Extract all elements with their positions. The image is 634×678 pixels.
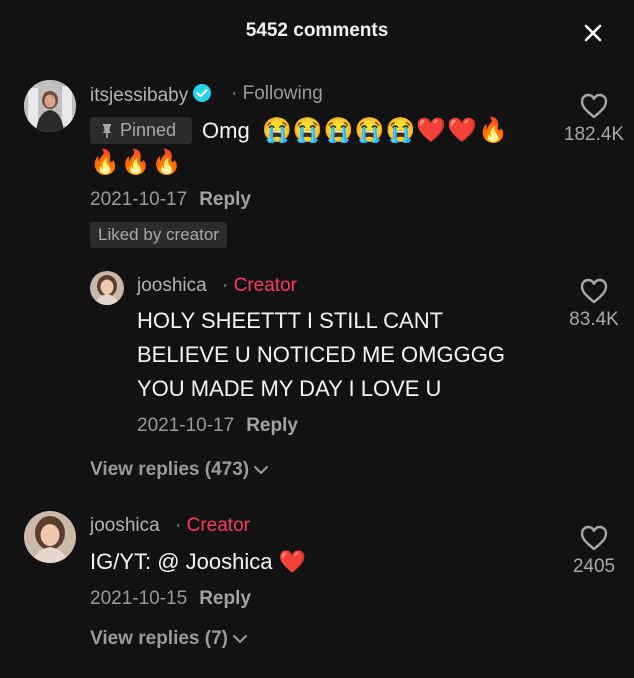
reply-text-line: BELIEVE U NOTICED ME OMGGGG: [137, 342, 505, 367]
view-replies-button[interactable]: View replies (7): [90, 628, 248, 650]
chevron-down-icon: [254, 466, 269, 474]
separator: ·: [175, 515, 182, 536]
comments-count-title: 5452 comments: [245, 20, 389, 41]
avatar[interactable]: [24, 511, 76, 563]
like-button[interactable]: 2405: [549, 524, 634, 578]
heart-emoji: ❤️: [278, 549, 307, 574]
close-icon: [584, 24, 602, 42]
reply-button[interactable]: Reply: [199, 189, 251, 210]
comment-footer: 2021-10-17 Reply: [90, 189, 251, 211]
comment-emojis: 😭😭😭😭😭❤️❤️🔥: [262, 117, 510, 144]
reply-footer: 2021-10-17 Reply: [137, 415, 298, 437]
pinned-badge: Pinned: [90, 117, 192, 144]
reply-button[interactable]: Reply: [246, 415, 298, 436]
creator-badge: · Creator: [175, 515, 250, 537]
chevron-down-icon: [233, 635, 247, 643]
creator-label: Creator: [186, 515, 250, 536]
comments-header: 5452 comments: [0, 0, 634, 64]
reply-text-line: YOU MADE MY DAY I LOVE U: [137, 376, 442, 401]
separator: ·: [231, 83, 238, 104]
verified-badge-icon: [193, 84, 212, 102]
creator-badge: · Creator: [222, 275, 297, 297]
like-count: 2405: [572, 556, 616, 577]
reply-button[interactable]: Reply: [199, 588, 251, 609]
reply-text-line: HOLY SHEETTT I STILL CANT: [137, 308, 444, 333]
like-count: 83.4K: [569, 309, 619, 330]
heart-icon: [580, 278, 608, 304]
heart-icon: [580, 93, 608, 119]
close-button[interactable]: [580, 20, 606, 46]
comment-footer: 2021-10-15 Reply: [90, 588, 251, 610]
reply-username[interactable]: jooshica: [137, 275, 207, 297]
heart-icon: [580, 525, 608, 551]
comment-text: IG/YT: @ Jooshica ❤️: [90, 549, 307, 574]
comment-text: Omg: [202, 118, 250, 143]
comment-emojis-continued: 🔥🔥🔥: [90, 149, 183, 176]
creator-label: Creator: [233, 275, 297, 296]
separator: ·: [222, 275, 229, 296]
comment-date: 2021-10-17: [90, 189, 188, 210]
reply-date: 2021-10-17: [137, 415, 235, 436]
comment-username[interactable]: jooshica: [90, 515, 160, 537]
comment-date: 2021-10-15: [90, 588, 188, 609]
like-button[interactable]: 83.4K: [549, 277, 634, 331]
avatar[interactable]: [24, 80, 76, 132]
pin-icon: [102, 124, 112, 138]
liked-by-creator-badge: Liked by creator: [90, 222, 227, 248]
comment-username[interactable]: itsjessibaby: [90, 83, 212, 107]
following-label: Following: [242, 83, 323, 104]
avatar[interactable]: [90, 271, 124, 305]
view-replies-button[interactable]: View replies (473): [90, 459, 269, 481]
follow-status[interactable]: · Following: [231, 83, 323, 105]
like-button[interactable]: 182.4K: [549, 92, 634, 146]
like-count: 182.4K: [563, 124, 625, 145]
